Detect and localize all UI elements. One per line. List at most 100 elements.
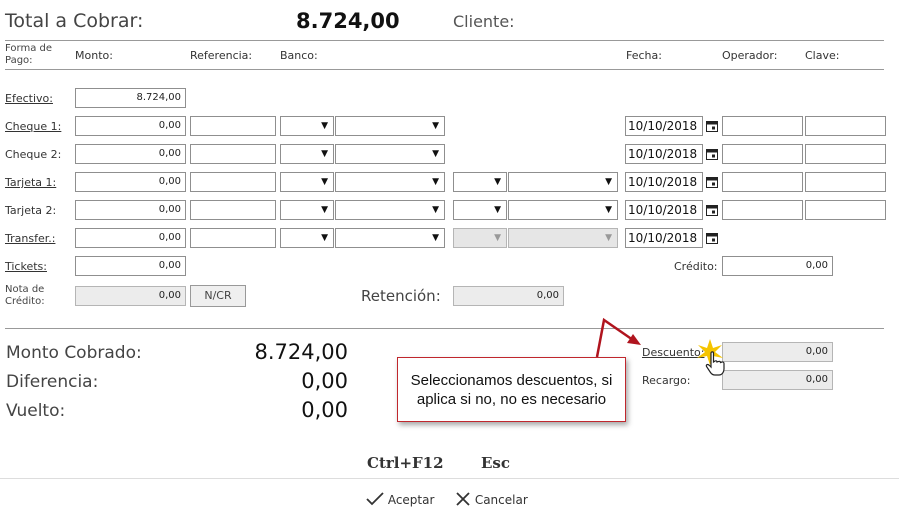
credito-input[interactable]: 0,00 (722, 256, 833, 276)
ncr-button[interactable]: N/CR (190, 285, 246, 307)
cheque2-banco-select-b[interactable]: ▼ (335, 144, 445, 164)
chevron-down-icon: ▼ (321, 149, 328, 159)
chevron-down-icon: ▼ (605, 233, 612, 243)
tarjeta2-banco-select-b[interactable]: ▼ (335, 200, 445, 220)
transfer-monto-input[interactable]: 0,00 (75, 228, 186, 248)
total-label: Total a Cobrar: (5, 10, 144, 32)
tarjeta1-banco-select-b[interactable]: ▼ (335, 172, 445, 192)
cheque1-referencia-input[interactable] (190, 116, 276, 136)
chevron-down-icon: ▼ (432, 205, 439, 215)
cheque2-referencia-input[interactable] (190, 144, 276, 164)
tarjeta2-operador-input[interactable] (722, 200, 803, 220)
summary-divider (5, 328, 884, 329)
chevron-down-icon: ▼ (321, 233, 328, 243)
chevron-down-icon: ▼ (494, 205, 501, 215)
tarjeta2-clave-input[interactable] (805, 200, 886, 220)
cheque1-fecha-input[interactable]: 10/10/2018 (625, 116, 703, 136)
tarjeta2-banco-select-a[interactable]: ▼ (280, 200, 334, 220)
chevron-down-icon: ▼ (432, 177, 439, 187)
shortcut-ctrl-f12[interactable]: Ctrl+F12 (367, 454, 444, 472)
retencion-input: 0,00 (453, 286, 564, 306)
transfer-fecha-input[interactable]: 10/10/2018 (625, 228, 703, 248)
chevron-down-icon: ▼ (494, 177, 501, 187)
cheque1-banco-select-a[interactable]: ▼ (280, 116, 334, 136)
cheque1-clave-input[interactable] (805, 116, 886, 136)
calendar-icon[interactable] (706, 120, 718, 132)
col-operador: Operador: (722, 49, 778, 62)
chevron-down-icon: ▼ (605, 177, 612, 187)
cheque2-clave-input[interactable] (805, 144, 886, 164)
tarjeta1-fecha-input[interactable]: 10/10/2018 (625, 172, 703, 192)
tarjeta1-referencia-input[interactable] (190, 172, 276, 192)
cancel-button[interactable]: Cancelar (455, 492, 528, 507)
tarjeta1-monto-input[interactable]: 0,00 (75, 172, 186, 192)
cheque1-banco-select-b[interactable]: ▼ (335, 116, 445, 136)
retencion-label: Retención: (361, 287, 441, 305)
col-clave: Clave: (805, 49, 840, 62)
check-icon (366, 492, 384, 506)
columns-divider (5, 69, 884, 70)
chevron-down-icon: ▼ (605, 205, 612, 215)
transfer-banco-select-a[interactable]: ▼ (280, 228, 334, 248)
cheque2-label: Cheque 2: (5, 148, 62, 161)
monto-cobrado-value: 8.724,00 (254, 340, 348, 364)
transfer-referencia-input[interactable] (190, 228, 276, 248)
tarjeta2-monto-input[interactable]: 0,00 (75, 200, 186, 220)
tarjeta1-tipo-select-a[interactable]: ▼ (453, 172, 507, 192)
tarjeta2-fecha-input[interactable]: 10/10/2018 (625, 200, 703, 220)
vuelto-label: Vuelto: (6, 401, 66, 421)
col-forma-de-pago: Forma de Pago: (5, 43, 52, 66)
chevron-down-icon: ▼ (432, 233, 439, 243)
accept-button[interactable]: Aceptar (366, 492, 434, 507)
cheque1-monto-input[interactable]: 0,00 (75, 116, 186, 136)
cheque2-banco-select-a[interactable]: ▼ (280, 144, 334, 164)
tarjeta2-tipo-select-b[interactable]: ▼ (508, 200, 618, 220)
tickets-monto-input[interactable]: 0,00 (75, 256, 186, 276)
chevron-down-icon: ▼ (494, 233, 501, 243)
calendar-icon[interactable] (706, 204, 718, 216)
calendar-icon[interactable] (706, 176, 718, 188)
cheque2-fecha-input[interactable]: 10/10/2018 (625, 144, 703, 164)
vuelto-value: 0,00 (301, 398, 348, 422)
diferencia-label: Diferencia: (6, 372, 99, 392)
shortcut-esc[interactable]: Esc (481, 454, 510, 472)
credito-label: Crédito: (674, 260, 718, 273)
transfer-banco-select-b[interactable]: ▼ (335, 228, 445, 248)
tarjeta2-referencia-input[interactable] (190, 200, 276, 220)
chevron-down-icon: ▼ (321, 177, 328, 187)
recargo-label: Recargo: (642, 374, 691, 387)
tarjeta1-clave-input[interactable] (805, 172, 886, 192)
accept-label: Aceptar (387, 493, 435, 507)
tarjeta1-tipo-select-b[interactable]: ▼ (508, 172, 618, 192)
footer-bar: Aceptar Cancelar (0, 478, 899, 519)
diferencia-value: 0,00 (301, 369, 348, 393)
tickets-link[interactable]: Tickets: (5, 260, 47, 273)
calendar-icon[interactable] (706, 148, 718, 160)
recargo-input: 0,00 (722, 370, 833, 390)
mouse-cursor-icon (705, 351, 725, 376)
cancel-label: Cancelar (474, 493, 528, 507)
tarjeta1-operador-input[interactable] (722, 172, 803, 192)
nota-credito-label: Nota de Crédito: (5, 284, 45, 307)
descuento-input: 0,00 (722, 342, 833, 362)
transfer-link[interactable]: Transfer.: (5, 232, 55, 245)
cliente-label: Cliente: (453, 12, 515, 31)
col-fecha: Fecha: (626, 49, 662, 62)
col-monto: Monto: (75, 49, 113, 62)
cheque1-link[interactable]: Cheque 1: (5, 120, 61, 133)
cheque1-operador-input[interactable] (722, 116, 803, 136)
efectivo-monto-input[interactable]: 8.724,00 (75, 88, 186, 108)
chevron-down-icon: ▼ (321, 121, 328, 131)
cheque2-monto-input[interactable]: 0,00 (75, 144, 186, 164)
col-banco: Banco: (280, 49, 318, 62)
tarjeta1-banco-select-a[interactable]: ▼ (280, 172, 334, 192)
chevron-down-icon: ▼ (432, 149, 439, 159)
chevron-down-icon: ▼ (321, 205, 328, 215)
cheque2-operador-input[interactable] (722, 144, 803, 164)
tarjeta1-link[interactable]: Tarjeta 1: (5, 176, 56, 189)
col-referencia: Referencia: (190, 49, 253, 62)
tarjeta2-tipo-select-a[interactable]: ▼ (453, 200, 507, 220)
efectivo-link[interactable]: Efectivo: (5, 92, 53, 105)
calendar-icon[interactable] (706, 232, 718, 244)
tarjeta2-label: Tarjeta 2: (5, 204, 57, 217)
